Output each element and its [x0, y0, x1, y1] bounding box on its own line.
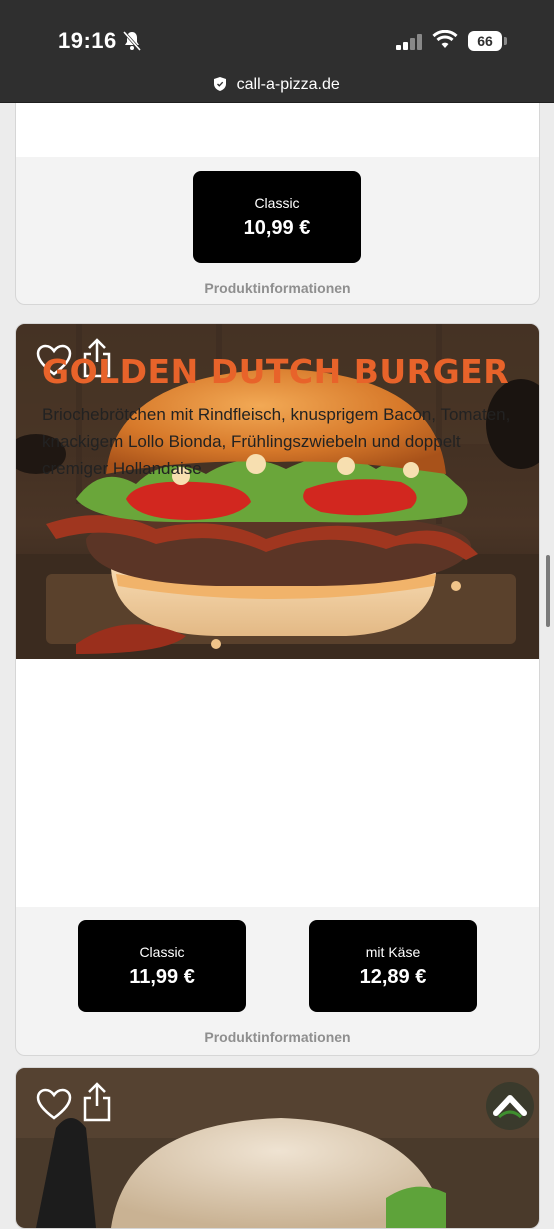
url-text: call-a-pizza.de [236, 76, 340, 93]
product-info-link[interactable]: Produktinformationen [16, 1029, 539, 1045]
shield-icon [214, 76, 236, 93]
product-description: Briochebrötchen mit Rindfleisch, knuspri… [42, 405, 511, 478]
price-button-classic[interactable]: Classic 11,99 € [78, 920, 246, 1012]
variant-price: 10,99 € [243, 216, 311, 239]
signal-icon [396, 34, 424, 55]
scroll-to-top-button[interactable] [486, 1082, 534, 1130]
product-card-golden-dutch-burger: GOLDEN DUTCH BURGER Briochebrötchen mit … [15, 323, 540, 1056]
scrollbar[interactable] [546, 555, 550, 627]
price-button-mit-kaese[interactable]: mit Käse 12,89 € [309, 920, 477, 1012]
status-time: 19:16 [58, 28, 117, 53]
variant-label: Classic [254, 194, 300, 211]
arrow-up-icon [493, 1089, 527, 1124]
variant-label: Classic [139, 943, 185, 960]
wifi-icon [432, 29, 458, 55]
heart-icon[interactable] [36, 1088, 72, 1125]
share-icon[interactable] [82, 1082, 112, 1127]
product-card [15, 1067, 540, 1229]
battery-tip [504, 37, 507, 45]
product-title: GOLDEN DUTCH BURGER [42, 352, 510, 391]
variant-price: 12,89 € [359, 965, 427, 988]
product-info-link[interactable]: Produktinformationen [16, 280, 539, 296]
bell-slash-icon [122, 30, 142, 57]
variant-label: mit Käse [365, 943, 421, 960]
product-content [16, 659, 539, 907]
url-bar[interactable]: call-a-pizza.de [0, 76, 554, 94]
status-bar: 19:16 66 call-a-pizza.de [0, 0, 554, 102]
battery-indicator: 66 [468, 31, 502, 51]
price-button-classic[interactable]: Classic 10,99 € [193, 171, 361, 263]
variant-price: 11,99 € [129, 965, 195, 988]
